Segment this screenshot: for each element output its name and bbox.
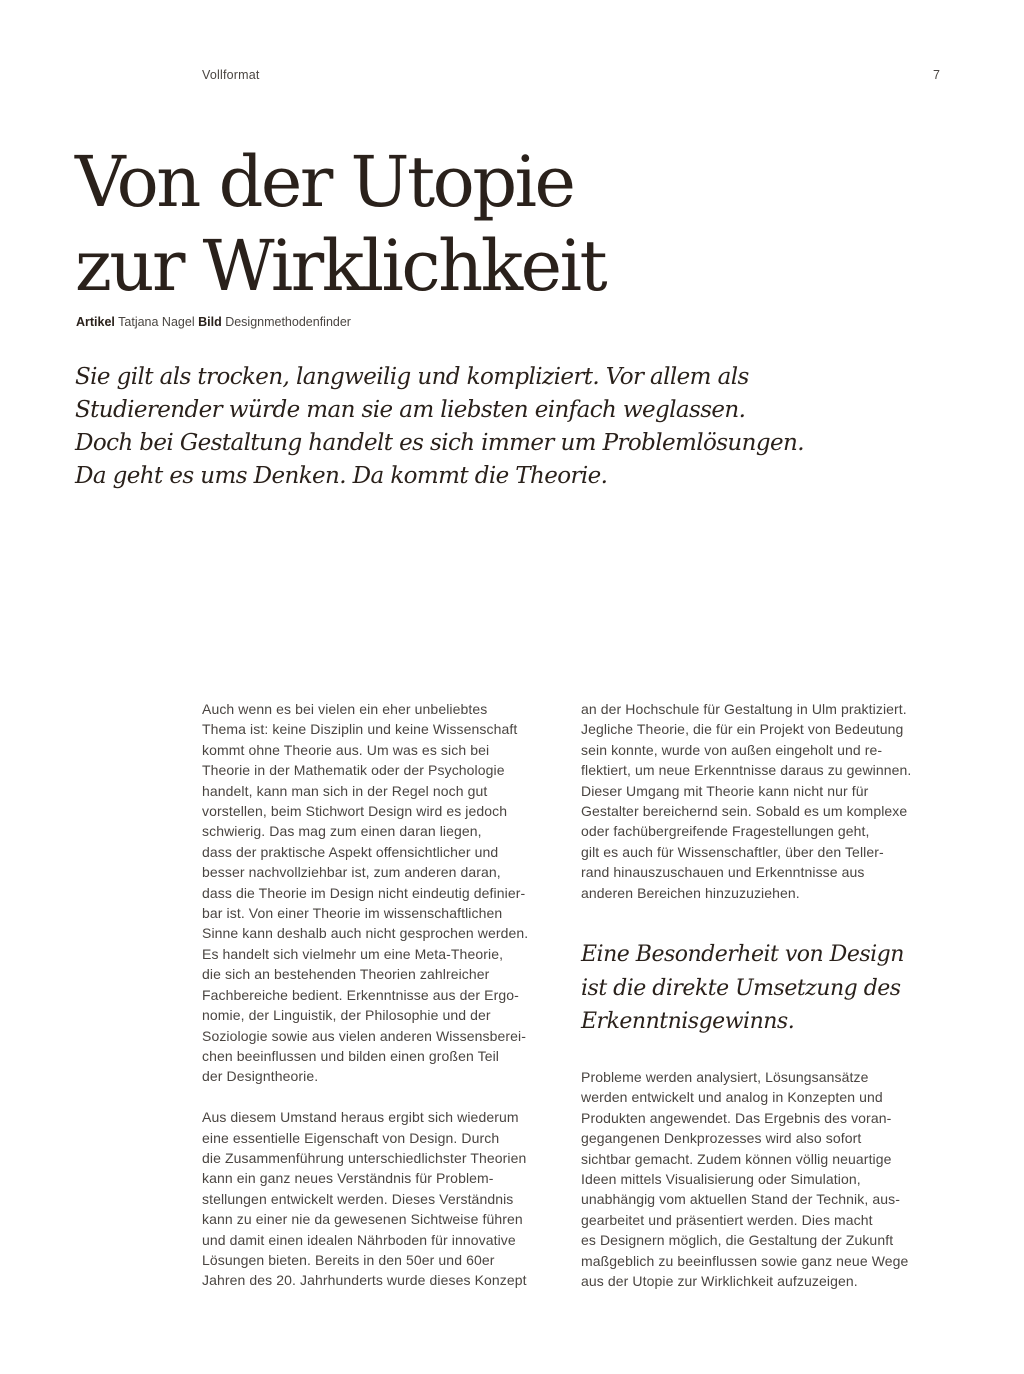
text-line: Es handelt sich vielmehr um eine Meta-Th… (202, 945, 504, 962)
text-line: unabhängig vom aktuellen Stand der Techn… (581, 1191, 900, 1208)
text-line: stellungen entwickelt werden. Dieses Ver… (202, 1190, 514, 1207)
lead-line: Studierender würde man sie am liebsten e… (75, 397, 746, 423)
text-line: rand hinauszuschauen und Erkenntnisse au… (581, 864, 865, 881)
text-line: Thema ist: keine Disziplin und keine Wis… (202, 721, 518, 738)
text-line: an der Hochschule für Gestaltung in Ulm … (581, 701, 907, 717)
lead-line: Doch bei Gestaltung handelt es sich imme… (75, 430, 805, 456)
title-line: zur Wirklichkeit (75, 225, 608, 307)
text-line: Jahren des 20. Jahrhunderts wurde dieses… (202, 1272, 527, 1289)
text-line: Sinne kann deshalb auch nicht gesprochen… (202, 925, 529, 942)
text-line: Dieser Umgang mit Theorie kann nicht nur… (581, 782, 869, 799)
text-line: die sich an bestehenden Theorien zahlrei… (202, 966, 490, 983)
text-line: Ideen mittels Visualisierung oder Simula… (581, 1171, 861, 1188)
text-line: sichtbar gemacht. Zudem können völlig ne… (581, 1150, 892, 1167)
running-head-section: Vollformat (202, 68, 260, 82)
text-line: die Zusammenführung unterschiedlichster … (202, 1149, 527, 1166)
text-line: werden entwickelt und analog in Konzepte… (581, 1089, 883, 1106)
body-paragraph: Auch wenn es bei vielen ein eher unbelie… (202, 699, 562, 1087)
text-line: Lösungen bieten. Bereits in den 50er und… (202, 1251, 495, 1268)
text-line: gearbeitet und präsentiert werden. Dies … (581, 1211, 873, 1228)
page-number: 7 (933, 68, 940, 82)
text-line: maßgeblich zu beeinflussen sowie ganz ne… (581, 1252, 909, 1269)
text-line: gegangenen Denkprozesses wird also sofor… (581, 1130, 862, 1147)
text-line: der Designtheorie. (202, 1068, 319, 1085)
text-line: Fachbereiche bedient. Erkenntnisse aus d… (202, 986, 519, 1003)
credit-article-label: Artikel (76, 315, 115, 329)
title-line: Von der Utopie (75, 141, 576, 223)
text-line: Jegliche Theorie, die für ein Projekt vo… (581, 721, 904, 738)
body-column-right: an der Hochschule für Gestaltung in Ulm … (581, 699, 943, 903)
text-line: es Designern möglich, die Gestaltung der… (581, 1232, 894, 1249)
text-line: kann zu einer nie da gewesenen Sichtweis… (202, 1211, 523, 1228)
text-line: Produkten angewendet. Das Ergebnis des v… (581, 1109, 892, 1126)
article-credits: Artikel Tatjana Nagel Bild Designmethode… (76, 315, 351, 329)
lead-line: Sie gilt als trocken, langweilig und kom… (75, 364, 749, 390)
body-column-left: Auch wenn es bei vielen ein eher unbelie… (202, 699, 562, 1291)
body-paragraph: Aus diesem Umstand heraus ergibt sich wi… (202, 1107, 562, 1291)
article-title: Von der Utopie zur Wirklichkeit (75, 140, 608, 308)
text-line: Probleme werden analysiert, Lösungsansät… (581, 1069, 869, 1085)
text-line: flektiert, um neue Erkenntnisse daraus z… (581, 762, 912, 779)
article-lead: Sie gilt als trocken, langweilig und kom… (75, 361, 875, 493)
text-line: sein konnte, wurde von außen eingeholt u… (581, 741, 883, 758)
pull-quote-line: Erkenntnisgewinns. (581, 1009, 795, 1034)
text-line: dass der praktische Aspekt offensichtlic… (202, 843, 499, 860)
text-line: und damit einen idealen Nährboden für in… (202, 1231, 516, 1248)
text-line: chen beeinflussen und bilden einen große… (202, 1047, 499, 1064)
text-line: anderen Bereichen hinzuzuziehen. (581, 884, 800, 901)
text-line: Gestalter bereichernd sein. Sobald es um… (581, 803, 908, 820)
text-line: Theorie in der Mathematik oder der Psych… (202, 762, 505, 779)
text-line: handelt, kann man sich in der Regel noch… (202, 782, 488, 799)
credit-image-label: Bild (198, 315, 222, 329)
text-line: oder fachübergreifende Fragestellungen g… (581, 823, 870, 840)
text-line: Soziologie sowie aus vielen anderen Wiss… (202, 1027, 526, 1044)
body-paragraph: an der Hochschule für Gestaltung in Ulm … (581, 699, 943, 903)
lead-line: Da geht es ums Denken. Da kommt die Theo… (75, 463, 608, 489)
text-line: besser nachvollziehbar ist, zum anderen … (202, 864, 501, 881)
text-line: kann ein ganz neues Verständnis für Prob… (202, 1170, 494, 1187)
pull-quote: Eine Besonderheit von Design ist die dir… (581, 938, 961, 1039)
text-line: aus der Utopie zur Wirklichkeit aufzuzei… (581, 1273, 858, 1290)
text-line: nomie, der Linguistik, der Philosophie u… (202, 1007, 491, 1024)
text-line: gilt es auch für Wissenschaftler, über d… (581, 843, 884, 860)
text-line: schwierig. Das mag zum einen daran liege… (202, 823, 482, 840)
text-line: Auch wenn es bei vielen ein eher unbelie… (202, 701, 488, 717)
text-line: eine essentielle Eigenschaft von Design.… (202, 1129, 500, 1146)
body-paragraph: Probleme werden analysiert, Lösungsansät… (581, 1067, 943, 1291)
pull-quote-line: Eine Besonderheit von Design (581, 942, 904, 967)
text-line: vorstellen, beim Stichwort Design wird e… (202, 803, 508, 820)
pull-quote-line: ist die direkte Umsetzung des (581, 975, 901, 1001)
text-line: dass die Theorie im Design nicht eindeut… (202, 884, 526, 901)
text-line: kommt ohne Theorie aus. Um was es sich b… (202, 741, 490, 758)
text-line: Aus diesem Umstand heraus ergibt sich wi… (202, 1109, 519, 1126)
credit-author: Tatjana Nagel (118, 315, 195, 329)
text-line: bar ist. Von einer Theorie im wissenscha… (202, 905, 503, 922)
credit-image-source: Designmethodenfinder (225, 315, 351, 329)
body-column-right-continued: Probleme werden analysiert, Lösungsansät… (581, 1067, 943, 1291)
